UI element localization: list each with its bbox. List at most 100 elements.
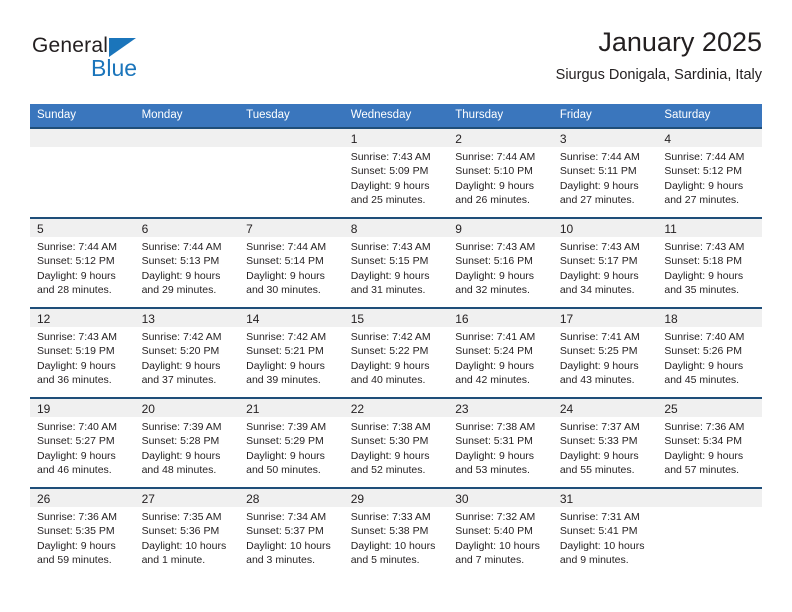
sunset-text: Sunset: 5:13 PM [141,255,220,268]
sunrise-text: Sunrise: 7:31 AM [559,511,640,523]
sunrise-text: Sunrise: 7:44 AM [664,151,745,163]
sunset-text: Sunset: 5:10 PM [455,165,533,178]
day-number-band: 17 [552,309,658,327]
calendar-day-cell[interactable]: 3 Sunrise: 7:44 AM Sunset: 5:11 PM Daylight… [552,127,658,218]
day-number-band [657,489,762,507]
day-number-band: 7 [239,219,344,237]
calendar-table: Sunday Monday Tuesday Wednesday Thursday… [30,104,762,577]
calendar-day-cell[interactable]: 23 Sunrise: 7:38 AM Sunset: 5:31 PM Dayligh… [448,397,553,488]
day-details: Sunrise: 7:35 AM Sunset: 5:36 PM Daylight:… [135,507,240,568]
daylight-text-line1: Daylight: 9 hours [350,359,430,372]
calendar-day-cell[interactable]: 14 Sunrise: 7:42 AM Sunset: 5:21 PM Dayligh… [239,307,344,398]
day-details: Sunrise: 7:39 AM Sunset: 5:29 PM Daylight:… [239,417,344,478]
daylight-text-line1: Daylight: 9 hours [664,359,744,372]
day-number: 17 [559,312,574,326]
page-header: General Blue January 2025 Siurgus Doniga… [30,26,762,98]
calendar-day-cell-empty [134,127,240,218]
day-number-band: 3 [552,129,658,147]
day-number: 11 [664,222,677,236]
calendar-day-cell[interactable]: 7 Sunrise: 7:44 AM Sunset: 5:14 PM Daylight… [239,217,344,308]
calendar-day-cell[interactable]: 19 Sunrise: 7:40 AM Sunset: 5:27 PM Dayligh… [30,397,135,488]
day-number-band: 30 [448,489,553,507]
sunrise-text: Sunrise: 7:44 AM [559,151,640,163]
sunset-text: Sunset: 5:41 PM [559,525,638,538]
daylight-text-line2: and 31 minutes. [350,284,426,297]
day-number-band: 15 [343,309,449,327]
day-number-band: 9 [448,219,553,237]
calendar-day-cell[interactable]: 31 Sunrise: 7:31 AM Sunset: 5:41 PM Dayligh… [552,487,658,577]
day-details: Sunrise: 7:31 AM Sunset: 5:41 PM Daylight:… [553,507,658,568]
sunset-text: Sunset: 5:21 PM [246,345,324,358]
calendar-day-cell[interactable]: 11 Sunrise: 7:43 AM Sunset: 5:18 PM Dayligh… [657,217,762,308]
weekday-header-saturday: Saturday [657,104,762,128]
calendar-day-cell[interactable]: 12 Sunrise: 7:43 AM Sunset: 5:19 PM Dayligh… [30,307,135,398]
calendar-day-cell[interactable]: 24 Sunrise: 7:37 AM Sunset: 5:33 PM Dayligh… [552,397,658,488]
calendar-day-cell[interactable]: 18 Sunrise: 7:40 AM Sunset: 5:26 PM Dayligh… [657,307,762,398]
calendar-day-cell[interactable]: 15 Sunrise: 7:42 AM Sunset: 5:22 PM Dayligh… [343,307,449,398]
calendar-day-cell[interactable]: 22 Sunrise: 7:38 AM Sunset: 5:30 PM Dayligh… [343,397,449,488]
calendar-day-cell[interactable]: 5 Sunrise: 7:44 AM Sunset: 5:12 PM Daylight… [30,217,135,308]
sunrise-text: Sunrise: 7:43 AM [350,241,431,253]
daylight-text-line1: Daylight: 10 hours [141,539,227,552]
sunrise-text: Sunrise: 7:38 AM [350,421,431,433]
day-number: 26 [37,492,51,506]
calendar-day-cell[interactable]: 6 Sunrise: 7:44 AM Sunset: 5:13 PM Daylight… [134,217,240,308]
calendar-day-cell[interactable]: 28 Sunrise: 7:34 AM Sunset: 5:37 PM Dayligh… [239,487,344,577]
calendar-day-cell[interactable]: 17 Sunrise: 7:41 AM Sunset: 5:25 PM Dayligh… [552,307,658,398]
sunset-text: Sunset: 5:15 PM [350,255,429,268]
calendar-day-cell[interactable]: 8 Sunrise: 7:43 AM Sunset: 5:15 PM Daylight… [343,217,449,308]
sunset-text: Sunset: 5:35 PM [37,525,115,538]
calendar-day-cell[interactable]: 27 Sunrise: 7:35 AM Sunset: 5:36 PM Dayligh… [134,487,240,577]
calendar-day-cell[interactable]: 13 Sunrise: 7:42 AM Sunset: 5:20 PM Dayligh… [134,307,240,398]
calendar-week-row: 1 Sunrise: 7:43 AM Sunset: 5:09 PM Daylight… [30,127,762,218]
daylight-text-line2: and 29 minutes. [141,284,217,297]
day-number: 6 [141,222,149,236]
calendar-day-cell[interactable]: 4 Sunrise: 7:44 AM Sunset: 5:12 PM Daylight… [657,127,762,218]
sunset-text: Sunset: 5:22 PM [350,345,429,358]
day-number-band: 5 [30,219,135,237]
weekday-header-sunday: Sunday [30,104,135,128]
calendar-body: 1 Sunrise: 7:43 AM Sunset: 5:09 PM Daylight… [30,127,762,577]
day-number-band: 13 [134,309,240,327]
day-number: 14 [246,312,260,326]
daylight-text-line2: and 53 minutes. [455,464,530,477]
day-details: Sunrise: 7:34 AM Sunset: 5:37 PM Daylight:… [239,507,344,568]
calendar-day-cell[interactable]: 10 Sunrise: 7:43 AM Sunset: 5:17 PM Dayligh… [552,217,658,308]
calendar-day-cell[interactable]: 30 Sunrise: 7:32 AM Sunset: 5:40 PM Dayligh… [448,487,553,577]
day-details: Sunrise: 7:41 AM Sunset: 5:24 PM Daylight:… [448,327,553,388]
sunset-text: Sunset: 5:28 PM [141,435,220,448]
calendar-day-cell[interactable]: 26 Sunrise: 7:36 AM Sunset: 5:35 PM Dayligh… [30,487,135,577]
day-number-band: 18 [657,309,762,327]
calendar-day-cell[interactable]: 2 Sunrise: 7:44 AM Sunset: 5:10 PM Daylight… [448,127,553,218]
sunrise-text: Sunrise: 7:36 AM [664,421,745,433]
daylight-text-line2: and 45 minutes. [664,374,740,387]
day-number: 15 [350,312,365,326]
calendar-day-cell[interactable]: 21 Sunrise: 7:39 AM Sunset: 5:29 PM Dayligh… [239,397,344,488]
sunrise-text: Sunrise: 7:43 AM [350,151,431,163]
day-number: 20 [141,402,155,416]
calendar-day-cell[interactable]: 9 Sunrise: 7:43 AM Sunset: 5:16 PM Daylight… [448,217,553,308]
calendar-day-cell[interactable]: 20 Sunrise: 7:39 AM Sunset: 5:28 PM Dayligh… [134,397,240,488]
sunset-text: Sunset: 5:30 PM [350,435,429,448]
calendar-day-cell[interactable]: 25 Sunrise: 7:36 AM Sunset: 5:34 PM Dayligh… [657,397,762,488]
day-details: Sunrise: 7:42 AM Sunset: 5:22 PM Daylight:… [344,327,449,388]
sunset-text: Sunset: 5:19 PM [37,345,115,358]
weekday-header-tuesday: Tuesday [239,104,344,128]
calendar-week-row: 26 Sunrise: 7:36 AM Sunset: 5:35 PM Dayligh… [30,487,762,577]
day-number-band: 24 [552,399,658,417]
daylight-text-line2: and 52 minutes. [350,464,426,477]
weekday-header-thursday: Thursday [448,104,553,128]
day-details: Sunrise: 7:44 AM Sunset: 5:10 PM Daylight:… [448,147,553,208]
sunrise-text: Sunrise: 7:44 AM [455,151,536,163]
calendar-day-cell[interactable]: 29 Sunrise: 7:33 AM Sunset: 5:38 PM Dayligh… [343,487,449,577]
calendar-day-cell[interactable]: 1 Sunrise: 7:43 AM Sunset: 5:09 PM Daylight… [343,127,449,218]
logo-text-blue: Blue [91,55,138,81]
day-number: 21 [246,402,260,416]
day-number-band: 23 [448,399,553,417]
daylight-text-line1: Daylight: 9 hours [455,449,535,462]
sunset-text: Sunset: 5:20 PM [141,345,220,358]
daylight-text-line2: and 1 minute. [141,554,206,567]
day-number-band: 6 [134,219,240,237]
calendar-day-cell[interactable]: 16 Sunrise: 7:41 AM Sunset: 5:24 PM Dayligh… [448,307,553,398]
day-number-band: 22 [343,399,449,417]
